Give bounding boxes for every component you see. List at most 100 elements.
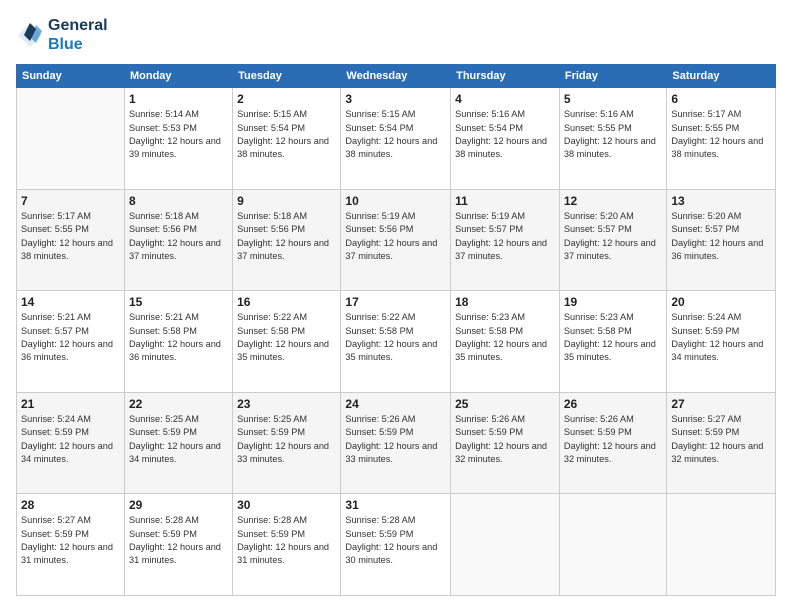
calendar-row-5: 28 Sunrise: 5:27 AMSunset: 5:59 PMDayligh… bbox=[17, 494, 776, 596]
day-number: 26 bbox=[564, 397, 663, 411]
day-number: 4 bbox=[455, 92, 555, 106]
day-info: Sunrise: 5:23 AMSunset: 5:58 PMDaylight:… bbox=[455, 311, 555, 364]
day-info: Sunrise: 5:28 AMSunset: 5:59 PMDaylight:… bbox=[345, 514, 446, 567]
calendar-cell: 20 Sunrise: 5:24 AMSunset: 5:59 PMDayligh… bbox=[667, 291, 776, 393]
calendar-cell: 27 Sunrise: 5:27 AMSunset: 5:59 PMDayligh… bbox=[667, 392, 776, 494]
weekday-header-friday: Friday bbox=[559, 65, 667, 88]
day-info: Sunrise: 5:27 AMSunset: 5:59 PMDaylight:… bbox=[21, 514, 120, 567]
day-number: 18 bbox=[455, 295, 555, 309]
day-number: 22 bbox=[129, 397, 228, 411]
day-number: 30 bbox=[237, 498, 336, 512]
day-info: Sunrise: 5:18 AMSunset: 5:56 PMDaylight:… bbox=[237, 210, 336, 263]
day-number: 19 bbox=[564, 295, 663, 309]
day-number: 7 bbox=[21, 194, 120, 208]
day-info: Sunrise: 5:15 AMSunset: 5:54 PMDaylight:… bbox=[345, 108, 446, 161]
calendar-cell: 9Sunrise: 5:18 AMSunset: 5:56 PMDaylight… bbox=[233, 189, 341, 291]
calendar-cell: 11Sunrise: 5:19 AMSunset: 5:57 PMDayligh… bbox=[451, 189, 560, 291]
weekday-header-sunday: Sunday bbox=[17, 65, 125, 88]
calendar-cell: 24 Sunrise: 5:26 AMSunset: 5:59 PMDayligh… bbox=[341, 392, 451, 494]
calendar-cell: 17 Sunrise: 5:22 AMSunset: 5:58 PMDayligh… bbox=[341, 291, 451, 393]
weekday-header-monday: Monday bbox=[124, 65, 232, 88]
calendar-cell: 5 Sunrise: 5:16 AMSunset: 5:55 PMDaylight… bbox=[559, 88, 667, 190]
day-number: 27 bbox=[671, 397, 771, 411]
calendar-cell: 18 Sunrise: 5:23 AMSunset: 5:58 PMDayligh… bbox=[451, 291, 560, 393]
day-number: 28 bbox=[21, 498, 120, 512]
day-info: Sunrise: 5:21 AMSunset: 5:58 PMDaylight:… bbox=[129, 311, 228, 364]
day-info: Sunrise: 5:17 AMSunset: 5:55 PMDaylight:… bbox=[21, 210, 120, 263]
calendar-cell: 26 Sunrise: 5:26 AMSunset: 5:59 PMDayligh… bbox=[559, 392, 667, 494]
calendar-cell: 2 Sunrise: 5:15 AMSunset: 5:54 PMDaylight… bbox=[233, 88, 341, 190]
calendar-cell: 3 Sunrise: 5:15 AMSunset: 5:54 PMDaylight… bbox=[341, 88, 451, 190]
calendar-cell: 23 Sunrise: 5:25 AMSunset: 5:59 PMDayligh… bbox=[233, 392, 341, 494]
day-number: 23 bbox=[237, 397, 336, 411]
day-info: Sunrise: 5:25 AMSunset: 5:59 PMDaylight:… bbox=[237, 413, 336, 466]
day-info: Sunrise: 5:23 AMSunset: 5:58 PMDaylight:… bbox=[564, 311, 663, 364]
day-info: Sunrise: 5:18 AMSunset: 5:56 PMDaylight:… bbox=[129, 210, 228, 263]
day-number: 11 bbox=[455, 194, 555, 208]
calendar-row-1: 1 Sunrise: 5:14 AMSunset: 5:53 PMDaylight… bbox=[17, 88, 776, 190]
day-info: Sunrise: 5:15 AMSunset: 5:54 PMDaylight:… bbox=[237, 108, 336, 161]
day-number: 20 bbox=[671, 295, 771, 309]
calendar-cell: 12 Sunrise: 5:20 AMSunset: 5:57 PMDayligh… bbox=[559, 189, 667, 291]
calendar-cell: 21 Sunrise: 5:24 AMSunset: 5:59 PMDayligh… bbox=[17, 392, 125, 494]
day-info: Sunrise: 5:24 AMSunset: 5:59 PMDaylight:… bbox=[21, 413, 120, 466]
calendar-row-3: 14 Sunrise: 5:21 AMSunset: 5:57 PMDayligh… bbox=[17, 291, 776, 393]
day-info: Sunrise: 5:17 AMSunset: 5:55 PMDaylight:… bbox=[671, 108, 771, 161]
day-info: Sunrise: 5:16 AMSunset: 5:55 PMDaylight:… bbox=[564, 108, 663, 161]
calendar-cell bbox=[559, 494, 667, 596]
calendar-cell: 15 Sunrise: 5:21 AMSunset: 5:58 PMDayligh… bbox=[124, 291, 232, 393]
day-number: 12 bbox=[564, 194, 663, 208]
day-number: 31 bbox=[345, 498, 446, 512]
logo-icon bbox=[16, 21, 44, 49]
calendar-cell: 10Sunrise: 5:19 AMSunset: 5:56 PMDayligh… bbox=[341, 189, 451, 291]
day-number: 5 bbox=[564, 92, 663, 106]
day-number: 1 bbox=[129, 92, 228, 106]
day-info: Sunrise: 5:27 AMSunset: 5:59 PMDaylight:… bbox=[671, 413, 771, 466]
weekday-header-tuesday: Tuesday bbox=[233, 65, 341, 88]
day-number: 2 bbox=[237, 92, 336, 106]
day-info: Sunrise: 5:26 AMSunset: 5:59 PMDaylight:… bbox=[564, 413, 663, 466]
day-info: Sunrise: 5:26 AMSunset: 5:59 PMDaylight:… bbox=[455, 413, 555, 466]
day-info: Sunrise: 5:28 AMSunset: 5:59 PMDaylight:… bbox=[237, 514, 336, 567]
header: General Blue bbox=[16, 16, 776, 54]
day-number: 21 bbox=[21, 397, 120, 411]
logo: General Blue bbox=[16, 16, 108, 54]
logo-text: General Blue bbox=[48, 16, 108, 54]
day-number: 15 bbox=[129, 295, 228, 309]
day-info: Sunrise: 5:16 AMSunset: 5:54 PMDaylight:… bbox=[455, 108, 555, 161]
day-number: 17 bbox=[345, 295, 446, 309]
calendar-cell: 25 Sunrise: 5:26 AMSunset: 5:59 PMDayligh… bbox=[451, 392, 560, 494]
day-number: 29 bbox=[129, 498, 228, 512]
calendar-cell: 28 Sunrise: 5:27 AMSunset: 5:59 PMDayligh… bbox=[17, 494, 125, 596]
calendar-cell: 1 Sunrise: 5:14 AMSunset: 5:53 PMDaylight… bbox=[124, 88, 232, 190]
day-number: 24 bbox=[345, 397, 446, 411]
calendar-cell: 8Sunrise: 5:18 AMSunset: 5:56 PMDaylight… bbox=[124, 189, 232, 291]
calendar-cell: 16Sunrise: 5:22 AMSunset: 5:58 PMDayligh… bbox=[233, 291, 341, 393]
weekday-header-wednesday: Wednesday bbox=[341, 65, 451, 88]
calendar-table: SundayMondayTuesdayWednesdayThursdayFrid… bbox=[16, 64, 776, 596]
calendar-cell bbox=[667, 494, 776, 596]
calendar-cell: 29 Sunrise: 5:28 AMSunset: 5:59 PMDayligh… bbox=[124, 494, 232, 596]
day-info: Sunrise: 5:25 AMSunset: 5:59 PMDaylight:… bbox=[129, 413, 228, 466]
calendar-cell: 30 Sunrise: 5:28 AMSunset: 5:59 PMDayligh… bbox=[233, 494, 341, 596]
page: General Blue SundayMondayTuesdayWednesda… bbox=[0, 0, 792, 612]
day-info: Sunrise: 5:14 AMSunset: 5:53 PMDaylight:… bbox=[129, 108, 228, 161]
day-info: Sunrise: 5:28 AMSunset: 5:59 PMDaylight:… bbox=[129, 514, 228, 567]
calendar-cell: 7 Sunrise: 5:17 AMSunset: 5:55 PMDaylight… bbox=[17, 189, 125, 291]
day-number: 25 bbox=[455, 397, 555, 411]
calendar-cell: 22 Sunrise: 5:25 AMSunset: 5:59 PMDayligh… bbox=[124, 392, 232, 494]
day-info: Sunrise: 5:21 AMSunset: 5:57 PMDaylight:… bbox=[21, 311, 120, 364]
day-info: Sunrise: 5:26 AMSunset: 5:59 PMDaylight:… bbox=[345, 413, 446, 466]
day-number: 16 bbox=[237, 295, 336, 309]
calendar-cell: 4 Sunrise: 5:16 AMSunset: 5:54 PMDaylight… bbox=[451, 88, 560, 190]
calendar-cell: 31 Sunrise: 5:28 AMSunset: 5:59 PMDayligh… bbox=[341, 494, 451, 596]
day-number: 14 bbox=[21, 295, 120, 309]
day-info: Sunrise: 5:22 AMSunset: 5:58 PMDaylight:… bbox=[345, 311, 446, 364]
day-number: 3 bbox=[345, 92, 446, 106]
calendar-cell bbox=[451, 494, 560, 596]
calendar-row-2: 7 Sunrise: 5:17 AMSunset: 5:55 PMDaylight… bbox=[17, 189, 776, 291]
day-info: Sunrise: 5:19 AMSunset: 5:56 PMDaylight:… bbox=[345, 210, 446, 263]
day-info: Sunrise: 5:24 AMSunset: 5:59 PMDaylight:… bbox=[671, 311, 771, 364]
day-info: Sunrise: 5:20 AMSunset: 5:57 PMDaylight:… bbox=[564, 210, 663, 263]
weekday-header-saturday: Saturday bbox=[667, 65, 776, 88]
